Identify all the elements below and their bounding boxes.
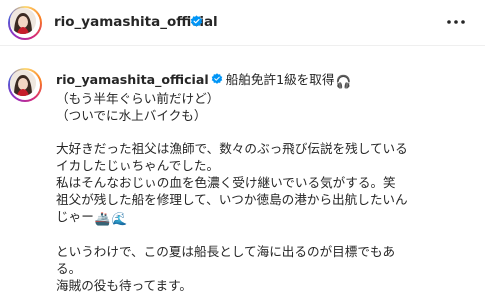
caption-avatar[interactable] (10, 70, 36, 96)
caption-avatar-ring[interactable] (8, 68, 42, 102)
caption-text: （ついでに水上バイクも） (56, 107, 207, 123)
caption-text: というわけで、この夏は船長として海に出るのが目標でもあ (56, 244, 396, 260)
caption-text: 私はそんなおじぃの血を色濃く受け継いでいる気がする。笑 (56, 174, 396, 190)
post-caption: rio_yamashita_official 船舶免許1級を取得🎧 （もう半年ぐ… (56, 72, 476, 295)
post-header: rio_yamashita_official (0, 0, 485, 46)
caption-text: 海賊の役も待ってます。 (56, 277, 193, 293)
caption-text: 大好きだった祖父は漁師で、数々のぶっ飛び伝説を残している (56, 141, 408, 157)
caption-line-9: じゃー🚢🌊 (56, 209, 476, 228)
headphones-icon: 🎧 (335, 74, 352, 89)
more-horizontal-icon[interactable] (445, 12, 467, 32)
verified-badge-icon (211, 73, 222, 84)
ship-icon: 🚢 (94, 210, 111, 226)
avatar[interactable] (10, 8, 36, 34)
caption-text: 船舶免許1級を取得 (225, 72, 335, 87)
wave-icon: 🌊 (111, 210, 128, 226)
verified-badge-icon (190, 15, 203, 27)
caption-line-1: rio_yamashita_official 船舶免許1級を取得🎧 (56, 72, 476, 91)
caption-text: じゃー (56, 208, 94, 224)
caption-username[interactable]: rio_yamashita_official (56, 72, 209, 87)
caption-text: る。 (56, 261, 82, 277)
caption-text: （もう半年ぐらい前だけど） (56, 90, 220, 106)
instagram-post-view: rio_yamashita_official rio_yamashita_off… (0, 0, 485, 306)
caption-text: 祖父が残した船を修理して、いつか徳島の港から出航したいん (56, 191, 408, 207)
caption-text: イカしたじぃちゃんでした。 (56, 158, 220, 174)
profile-avatar-ring[interactable] (8, 6, 42, 40)
